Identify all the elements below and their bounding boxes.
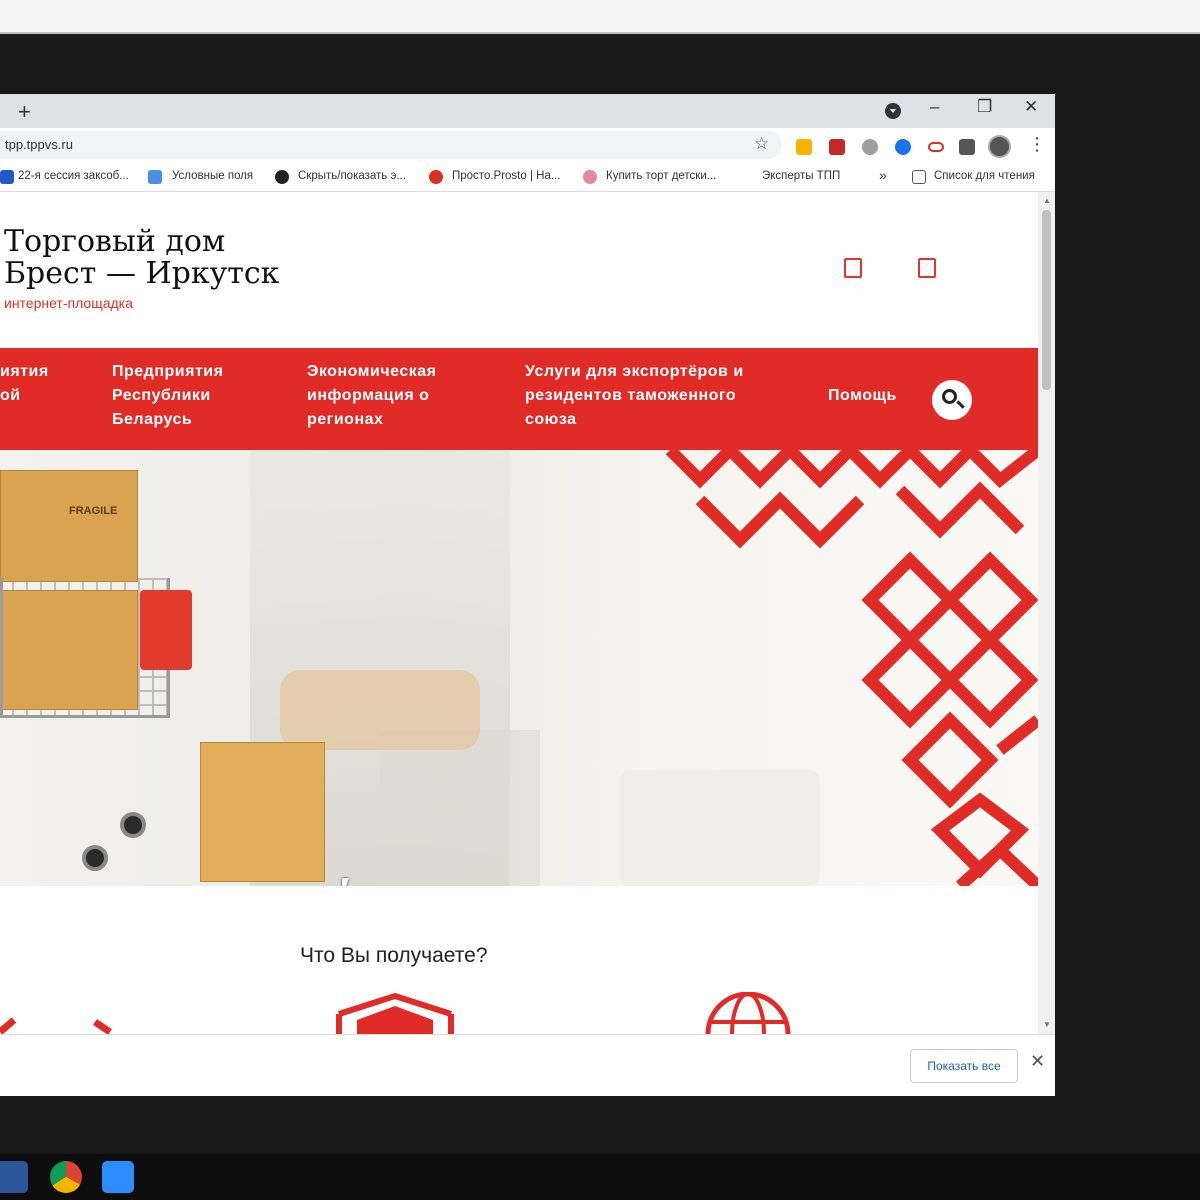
close-window-button[interactable]: ✕ bbox=[1024, 97, 1038, 117]
bookmark-extension-icon[interactable] bbox=[796, 139, 812, 155]
reading-list-icon bbox=[912, 170, 926, 184]
nav-item-enterprises-partial[interactable]: иятия ой bbox=[0, 360, 49, 408]
blue-extension-icon[interactable] bbox=[895, 139, 911, 155]
bookmark-item[interactable]: Скрыть/показать э... bbox=[298, 170, 406, 182]
tab-bar: + – ❐ ✕ bbox=[0, 94, 1055, 128]
bookmark-item[interactable]: Купить торт детски... bbox=[606, 170, 716, 182]
logo-line-1: Торговый дом bbox=[4, 224, 226, 259]
downloads-bar: Показать все ✕ bbox=[0, 1034, 1055, 1096]
belarusian-ornament bbox=[665, 450, 1038, 886]
bookmark-icon bbox=[148, 170, 162, 184]
web-page: Торговый дом Брест — Иркутск интернет-пл… bbox=[0, 192, 1038, 1034]
cloud-extension-icon[interactable] bbox=[928, 142, 944, 152]
cart-wheel bbox=[82, 845, 108, 871]
bookmark-icon bbox=[429, 170, 443, 184]
fragile-label: FRAGILE bbox=[69, 505, 118, 517]
nav-item-exporter-services[interactable]: Услуги для экспортёров и резидентов тамо… bbox=[525, 360, 744, 432]
address-bar-row: tpp.tppvs.ru ☆ ⋮ bbox=[0, 128, 1055, 162]
cart-handle bbox=[140, 590, 192, 670]
hero-banner: FRAGILE bbox=[0, 450, 1038, 886]
search-icon bbox=[942, 389, 957, 404]
zoom-app-icon[interactable] bbox=[102, 1161, 134, 1193]
cart-wheel bbox=[120, 812, 146, 838]
section-title: Что Вы получаете? bbox=[300, 944, 488, 967]
site-logo[interactable]: Торговый дом Брест — Иркутск bbox=[4, 226, 279, 290]
bookmark-item[interactable]: Условные поля bbox=[172, 170, 253, 182]
browser-window: + – ❐ ✕ tpp.tppvs.ru ☆ ⋮ 22-я сессия зак… bbox=[0, 94, 1055, 1096]
nav-item-belarus-enterprises[interactable]: Предприятия Республики Беларусь bbox=[112, 360, 223, 432]
feature-icon bbox=[0, 1017, 112, 1034]
scrollbar-thumb[interactable] bbox=[1042, 210, 1051, 390]
scroll-up-arrow-icon[interactable]: ▲ bbox=[1043, 196, 1051, 205]
nav-item-economic-info[interactable]: Экономическая информация о регионах bbox=[307, 360, 436, 432]
register-icon[interactable] bbox=[918, 258, 936, 278]
logo-subtitle: интернет-площадка bbox=[4, 295, 133, 311]
profile-avatar[interactable] bbox=[988, 135, 1011, 158]
search-button[interactable] bbox=[932, 380, 972, 420]
bookmarks-more-button[interactable]: » bbox=[879, 167, 887, 183]
bookmark-icon bbox=[583, 170, 597, 184]
cardboard-box: FRAGILE bbox=[0, 470, 138, 582]
word-app-icon[interactable] bbox=[0, 1161, 28, 1193]
bookmark-item[interactable]: Просто.Prosto | На... bbox=[452, 170, 560, 182]
bookmarks-bar: 22-я сессия заксоб... Условные поля Скры… bbox=[0, 162, 1055, 192]
show-all-downloads-button[interactable]: Показать все bbox=[910, 1049, 1018, 1083]
top-strip bbox=[0, 0, 1200, 34]
login-icon[interactable] bbox=[844, 258, 862, 278]
restore-button[interactable]: ❐ bbox=[977, 97, 992, 117]
close-downloads-bar-button[interactable]: ✕ bbox=[1030, 1051, 1045, 1072]
minimize-button[interactable]: – bbox=[930, 97, 939, 117]
globe-icon bbox=[705, 992, 791, 1034]
scroll-down-arrow-icon[interactable]: ▼ bbox=[1043, 1020, 1051, 1029]
mouse-cursor bbox=[342, 878, 356, 886]
bookmark-icon bbox=[0, 170, 14, 184]
cardboard-box bbox=[200, 742, 325, 882]
bookmark-star-icon[interactable]: ☆ bbox=[754, 134, 769, 154]
taskbar bbox=[0, 1154, 1200, 1200]
url-text[interactable]: tpp.tppvs.ru bbox=[5, 137, 73, 152]
extension-icon[interactable] bbox=[862, 139, 878, 155]
chrome-app-icon[interactable] bbox=[50, 1161, 82, 1193]
main-navigation: иятия ой Предприятия Республики Беларусь… bbox=[0, 348, 1038, 450]
tab-search-icon[interactable] bbox=[885, 103, 901, 119]
bookmark-icon bbox=[275, 170, 289, 184]
bookmark-item[interactable]: 22-я сессия заксоб... bbox=[18, 170, 129, 182]
nav-item-help[interactable]: Помощь bbox=[828, 384, 897, 408]
new-tab-button[interactable]: + bbox=[18, 99, 31, 125]
reading-list-button[interactable]: Список для чтения bbox=[934, 170, 1035, 182]
logo-line-2: Брест — Иркутск bbox=[4, 256, 280, 291]
puzzle-extensions-icon[interactable] bbox=[959, 139, 975, 155]
page-scrollbar[interactable]: ▲ ▼ bbox=[1038, 192, 1055, 1034]
shield-icon bbox=[336, 992, 454, 1034]
bookmark-item[interactable]: Эксперты ТПП bbox=[762, 170, 840, 182]
omnibox[interactable]: tpp.tppvs.ru ☆ bbox=[0, 131, 782, 159]
browser-menu-icon[interactable]: ⋮ bbox=[1028, 134, 1046, 155]
pdf-extension-icon[interactable] bbox=[829, 139, 845, 155]
